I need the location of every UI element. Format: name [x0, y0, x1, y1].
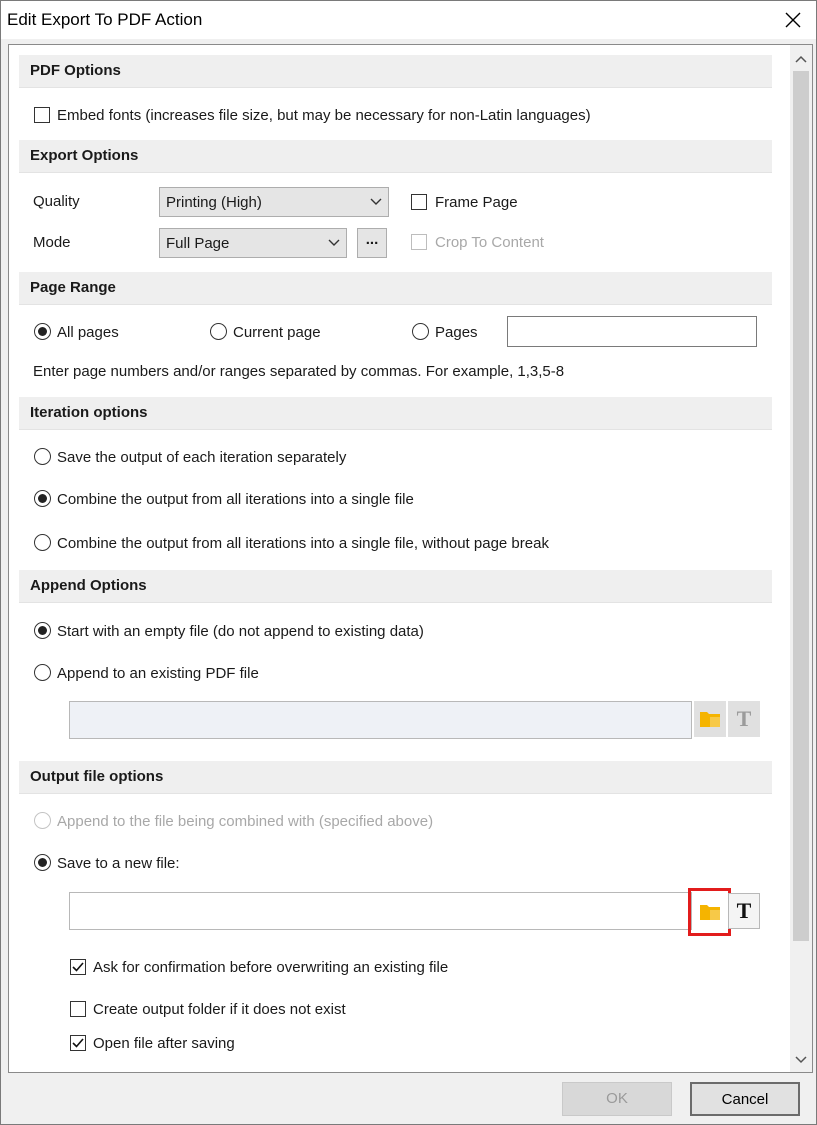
scroll-up-button[interactable] [790, 49, 812, 69]
output-file-input[interactable] [69, 892, 692, 930]
ok-button[interactable]: OK [562, 1082, 672, 1116]
embed-fonts-label: Embed fonts (increases file size, but ma… [57, 107, 591, 124]
iteration-combine-radio[interactable] [34, 490, 51, 507]
output-append-combined-label: Append to the file being combined with (… [57, 813, 434, 830]
vertical-scrollbar[interactable] [790, 45, 812, 1072]
scroll-down-button[interactable] [790, 1050, 812, 1070]
current-page-label: Current page [233, 324, 321, 341]
append-empty-label: Start with an empty file (do not append … [57, 623, 424, 640]
embed-fonts-checkbox[interactable] [34, 107, 50, 123]
options-panel: PDF Options Embed fonts (increases file … [8, 44, 813, 1073]
section-append-options: Append Options [19, 570, 772, 603]
section-pdf-options: PDF Options [19, 55, 772, 88]
chevron-up-icon [795, 55, 807, 63]
section-title: Output file options [30, 768, 164, 785]
all-pages-label: All pages [57, 324, 119, 341]
section-title: Append Options [30, 577, 147, 594]
iteration-combine-nobreak-label: Combine the output from all iterations i… [57, 535, 549, 552]
frame-page-label: Frame Page [435, 194, 518, 211]
output-new-file-label: Save to a new file: [57, 855, 180, 872]
ask-confirmation-label: Ask for confirmation before overwriting … [93, 959, 449, 976]
quality-label: Quality [33, 193, 80, 210]
output-new-file-radio[interactable] [34, 854, 51, 871]
crop-to-content-checkbox[interactable] [411, 234, 427, 250]
quality-value: Printing (High) [166, 194, 262, 211]
output-append-combined-radio[interactable] [34, 812, 51, 829]
iteration-separate-radio[interactable] [34, 448, 51, 465]
append-existing-radio[interactable] [34, 664, 51, 681]
quality-dropdown[interactable]: Printing (High) [159, 187, 389, 217]
open-after-checkbox[interactable] [70, 1035, 86, 1051]
pages-radio[interactable] [412, 323, 429, 340]
close-icon [785, 12, 801, 28]
mode-dropdown[interactable]: Full Page [159, 228, 347, 258]
frame-page-checkbox[interactable] [411, 194, 427, 210]
mode-options-button[interactable]: ... [357, 228, 387, 258]
append-text-button[interactable]: T [728, 701, 760, 737]
append-existing-label: Append to an existing PDF file [57, 665, 259, 682]
text-field-icon: T [736, 706, 752, 731]
iteration-combine-label: Combine the output from all iterations i… [57, 491, 414, 508]
section-export-options: Export Options [19, 140, 772, 173]
append-empty-radio[interactable] [34, 622, 51, 639]
folder-icon [699, 905, 720, 920]
scroll-thumb[interactable] [793, 71, 809, 941]
folder-icon [700, 712, 720, 727]
pages-label: Pages [435, 324, 478, 341]
current-page-radio[interactable] [210, 323, 227, 340]
output-browse-button[interactable] [688, 888, 731, 936]
chevron-down-icon [795, 1056, 807, 1064]
ask-confirmation-checkbox[interactable] [70, 959, 86, 975]
checkmark-icon [72, 1038, 84, 1048]
mode-label: Mode [33, 234, 71, 251]
close-button[interactable] [776, 5, 810, 35]
pages-input[interactable] [507, 316, 757, 347]
section-page-range: Page Range [19, 272, 772, 305]
create-folder-label: Create output folder if it does not exis… [93, 1001, 346, 1018]
window-title: Edit Export To PDF Action [7, 10, 203, 29]
section-title: Iteration options [30, 404, 148, 421]
mode-value: Full Page [166, 235, 230, 252]
section-title: Page Range [30, 279, 116, 296]
section-title: PDF Options [30, 62, 121, 79]
section-iteration-options: Iteration options [19, 397, 772, 430]
cancel-button[interactable]: Cancel [690, 1082, 800, 1116]
chevron-down-icon [370, 198, 382, 205]
iteration-separate-label: Save the output of each iteration separa… [57, 449, 347, 466]
crop-to-content-label: Crop To Content [435, 234, 544, 251]
checkmark-icon [72, 962, 84, 972]
open-after-label: Open file after saving [93, 1035, 235, 1052]
title-bar: Edit Export To PDF Action [1, 1, 816, 39]
chevron-down-icon [328, 239, 340, 246]
export-pdf-dialog: Edit Export To PDF Action PDF Options Em… [0, 0, 817, 1125]
append-file-input[interactable] [69, 701, 692, 739]
text-field-icon: T [736, 898, 752, 923]
iteration-combine-nobreak-radio[interactable] [34, 534, 51, 551]
output-text-button[interactable]: T [728, 893, 760, 929]
section-title: Export Options [30, 147, 139, 164]
page-range-hint: Enter page numbers and/or ranges separat… [33, 363, 565, 380]
create-folder-checkbox[interactable] [70, 1001, 86, 1017]
append-browse-button[interactable] [694, 701, 726, 737]
section-output-file-options: Output file options [19, 761, 772, 794]
all-pages-radio[interactable] [34, 323, 51, 340]
